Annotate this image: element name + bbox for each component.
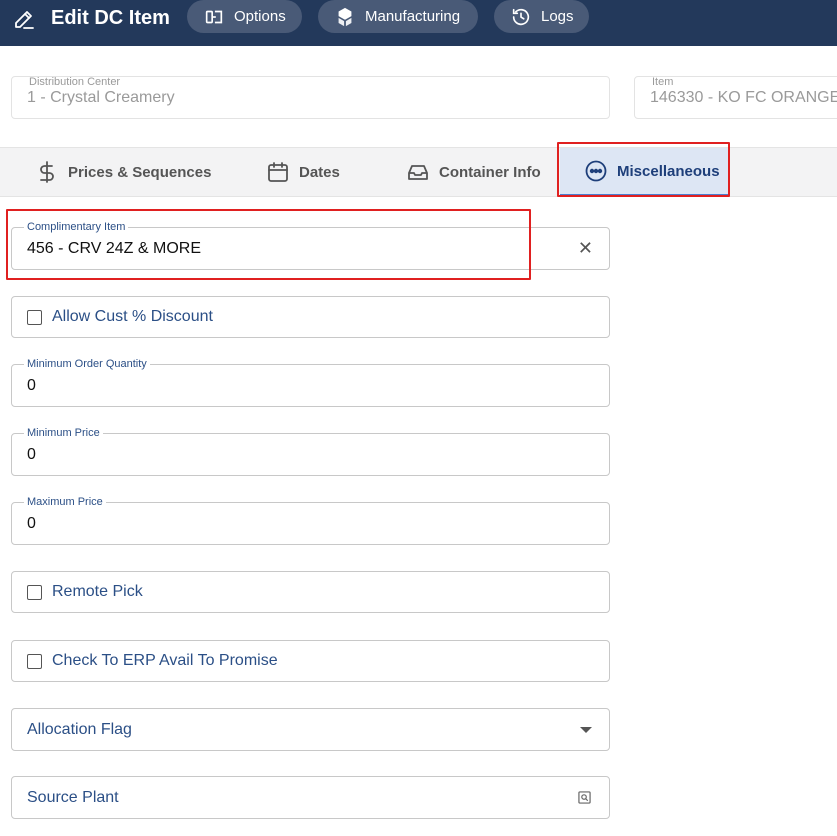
minimum-order-quantity-value: 0 bbox=[27, 377, 36, 394]
minimum-price-field[interactable]: Minimum Price 0 bbox=[11, 426, 610, 476]
minimum-price-label: Minimum Price bbox=[24, 426, 103, 440]
allocation-flag-placeholder: Allocation Flag bbox=[27, 721, 132, 738]
source-plant-placeholder: Source Plant bbox=[27, 789, 119, 806]
chevron-down-icon[interactable] bbox=[580, 727, 592, 733]
check-erp-checkbox[interactable] bbox=[27, 653, 42, 669]
manufacturing-button[interactable]: Manufacturing bbox=[318, 0, 478, 33]
minimum-order-quantity-label: Minimum Order Quantity bbox=[24, 357, 150, 371]
boxes-icon bbox=[338, 7, 352, 26]
remote-pick-label: Remote Pick bbox=[52, 583, 143, 600]
distribution-center-field: Distribution Center 1 - Crystal Creamery bbox=[11, 76, 610, 119]
lookup-search-icon[interactable] bbox=[578, 791, 591, 804]
allow-cust-discount-checkbox[interactable] bbox=[27, 309, 42, 325]
remote-pick-checkbox[interactable] bbox=[27, 584, 42, 600]
check-erp-field: Check To ERP Avail To Promise bbox=[11, 640, 610, 682]
source-plant-field[interactable]: Source Plant bbox=[11, 776, 610, 819]
page-title: Edit DC Item bbox=[51, 7, 170, 29]
options-icon bbox=[205, 10, 223, 23]
item-value: 146330 - KO FC ORANGE bbox=[650, 89, 837, 106]
item-field: Item 146330 - KO FC ORANGE bbox=[634, 76, 837, 119]
tab-highlight-box bbox=[557, 142, 730, 197]
allocation-flag-select[interactable]: Allocation Flag bbox=[11, 708, 610, 751]
tab-dates-label: Dates bbox=[299, 163, 340, 181]
tab-container-info-label: Container Info bbox=[439, 163, 541, 181]
calendar-icon bbox=[268, 162, 288, 182]
minimum-order-quantity-field[interactable]: Minimum Order Quantity 0 bbox=[11, 357, 610, 407]
tab-container-info[interactable]: Container Info bbox=[406, 148, 541, 196]
maximum-price-field[interactable]: Maximum Price 0 bbox=[11, 495, 610, 545]
maximum-price-label: Maximum Price bbox=[24, 495, 106, 509]
clear-icon[interactable]: ✕ bbox=[578, 238, 593, 258]
tab-dates[interactable]: Dates bbox=[266, 148, 340, 196]
allow-cust-discount-label: Allow Cust % Discount bbox=[52, 308, 213, 325]
distribution-center-label: Distribution Center bbox=[26, 77, 124, 88]
logs-button[interactable]: Logs bbox=[494, 0, 589, 33]
tab-prices-sequences[interactable]: Prices & Sequences bbox=[35, 148, 211, 196]
complimentary-highlight-box bbox=[6, 209, 531, 280]
check-erp-label: Check To ERP Avail To Promise bbox=[52, 652, 278, 669]
history-icon bbox=[512, 8, 530, 25]
minimum-price-value: 0 bbox=[27, 446, 36, 463]
logs-button-label: Logs bbox=[541, 8, 574, 25]
maximum-price-value: 0 bbox=[27, 515, 36, 532]
inbox-icon bbox=[408, 165, 428, 180]
pencil-icon bbox=[15, 11, 34, 29]
options-button-label: Options bbox=[234, 8, 286, 25]
distribution-center-value: 1 - Crystal Creamery bbox=[27, 89, 175, 106]
dollar-icon bbox=[40, 161, 54, 183]
manufacturing-button-label: Manufacturing bbox=[365, 8, 461, 25]
remote-pick-field: Remote Pick bbox=[11, 571, 610, 613]
tab-prices-sequences-label: Prices & Sequences bbox=[68, 163, 212, 181]
item-label: Item bbox=[649, 77, 677, 88]
options-button[interactable]: Options bbox=[187, 0, 302, 33]
allow-cust-discount-field: Allow Cust % Discount bbox=[11, 296, 610, 338]
app-header: Edit DC Item Options Manufacturing Logs bbox=[0, 0, 837, 46]
